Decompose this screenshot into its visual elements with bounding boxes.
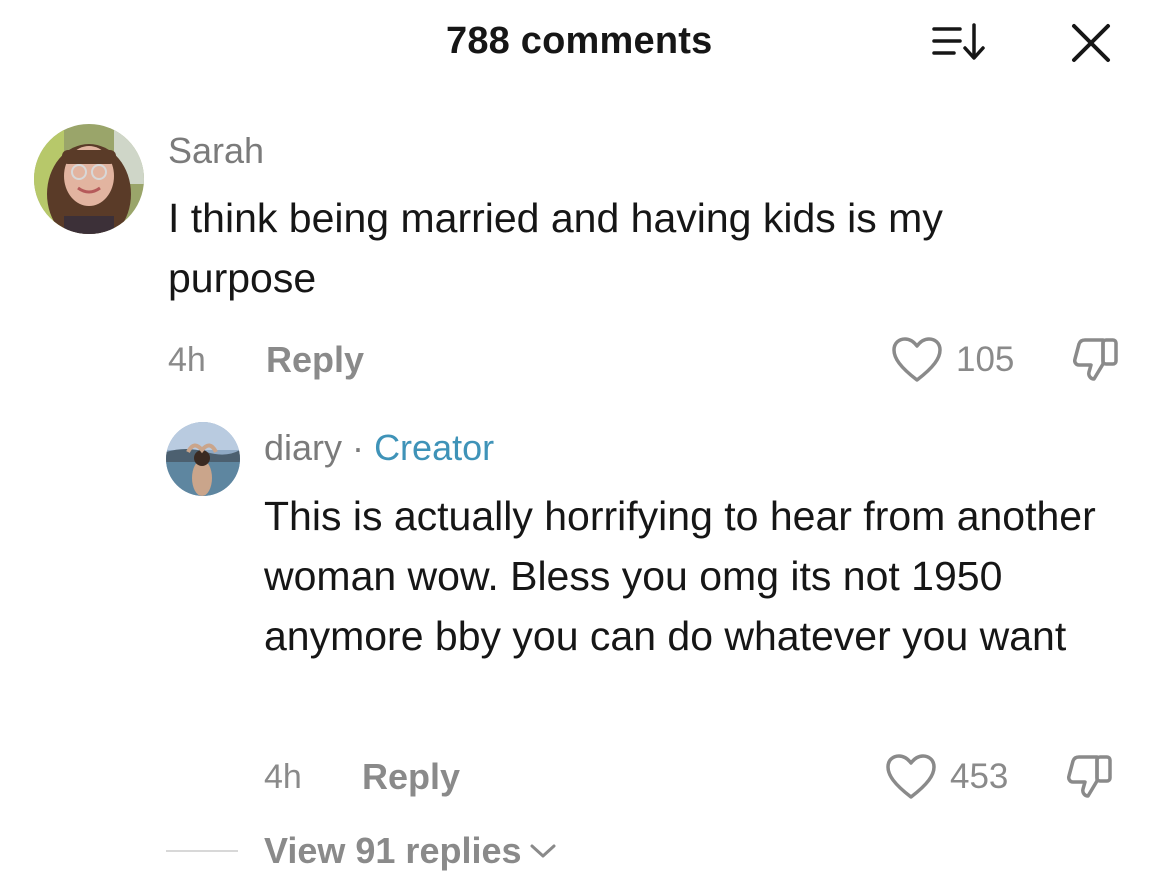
comment-text: I think being married and having kids is… xyxy=(168,195,943,301)
comments-header: 788 comments xyxy=(0,0,1169,90)
comment-time: 4h xyxy=(168,341,206,379)
dislike-button[interactable] xyxy=(1070,334,1122,384)
thumbs-down-icon xyxy=(1067,755,1112,798)
replies-divider xyxy=(166,850,238,852)
comment-time: 4h xyxy=(264,758,302,796)
dislike-button[interactable] xyxy=(1064,751,1116,801)
heart-icon xyxy=(886,754,936,799)
comments-count-title: 788 comments xyxy=(446,20,713,62)
creator-badge: Creator xyxy=(374,427,495,468)
comment-text: This is actually horrifying to hear from… xyxy=(264,493,1096,659)
reply-button[interactable]: Reply xyxy=(362,756,460,798)
view-replies-button[interactable]: View 91 replies xyxy=(264,830,558,872)
chevron-down-icon xyxy=(530,844,556,858)
sort-down-icon xyxy=(932,23,985,60)
like-button[interactable] xyxy=(890,336,944,384)
like-count: 453 xyxy=(950,757,1009,796)
comment-username[interactable]: diary xyxy=(264,427,342,468)
avatar[interactable] xyxy=(34,124,144,234)
heart-icon xyxy=(892,337,942,382)
thumbs-down-icon xyxy=(1073,338,1118,381)
like-count: 105 xyxy=(956,340,1015,379)
close-icon xyxy=(1072,24,1110,62)
reply-button[interactable]: Reply xyxy=(266,339,364,381)
like-button[interactable] xyxy=(884,753,938,801)
separator-dot: · xyxy=(352,427,365,468)
close-button[interactable] xyxy=(1068,20,1114,66)
sort-button[interactable] xyxy=(930,20,988,66)
avatar[interactable] xyxy=(166,422,240,496)
view-replies-label: View 91 replies xyxy=(264,830,522,871)
comment-username-line: diary · Creator xyxy=(264,427,494,469)
comment-username[interactable]: Sarah xyxy=(168,130,264,172)
